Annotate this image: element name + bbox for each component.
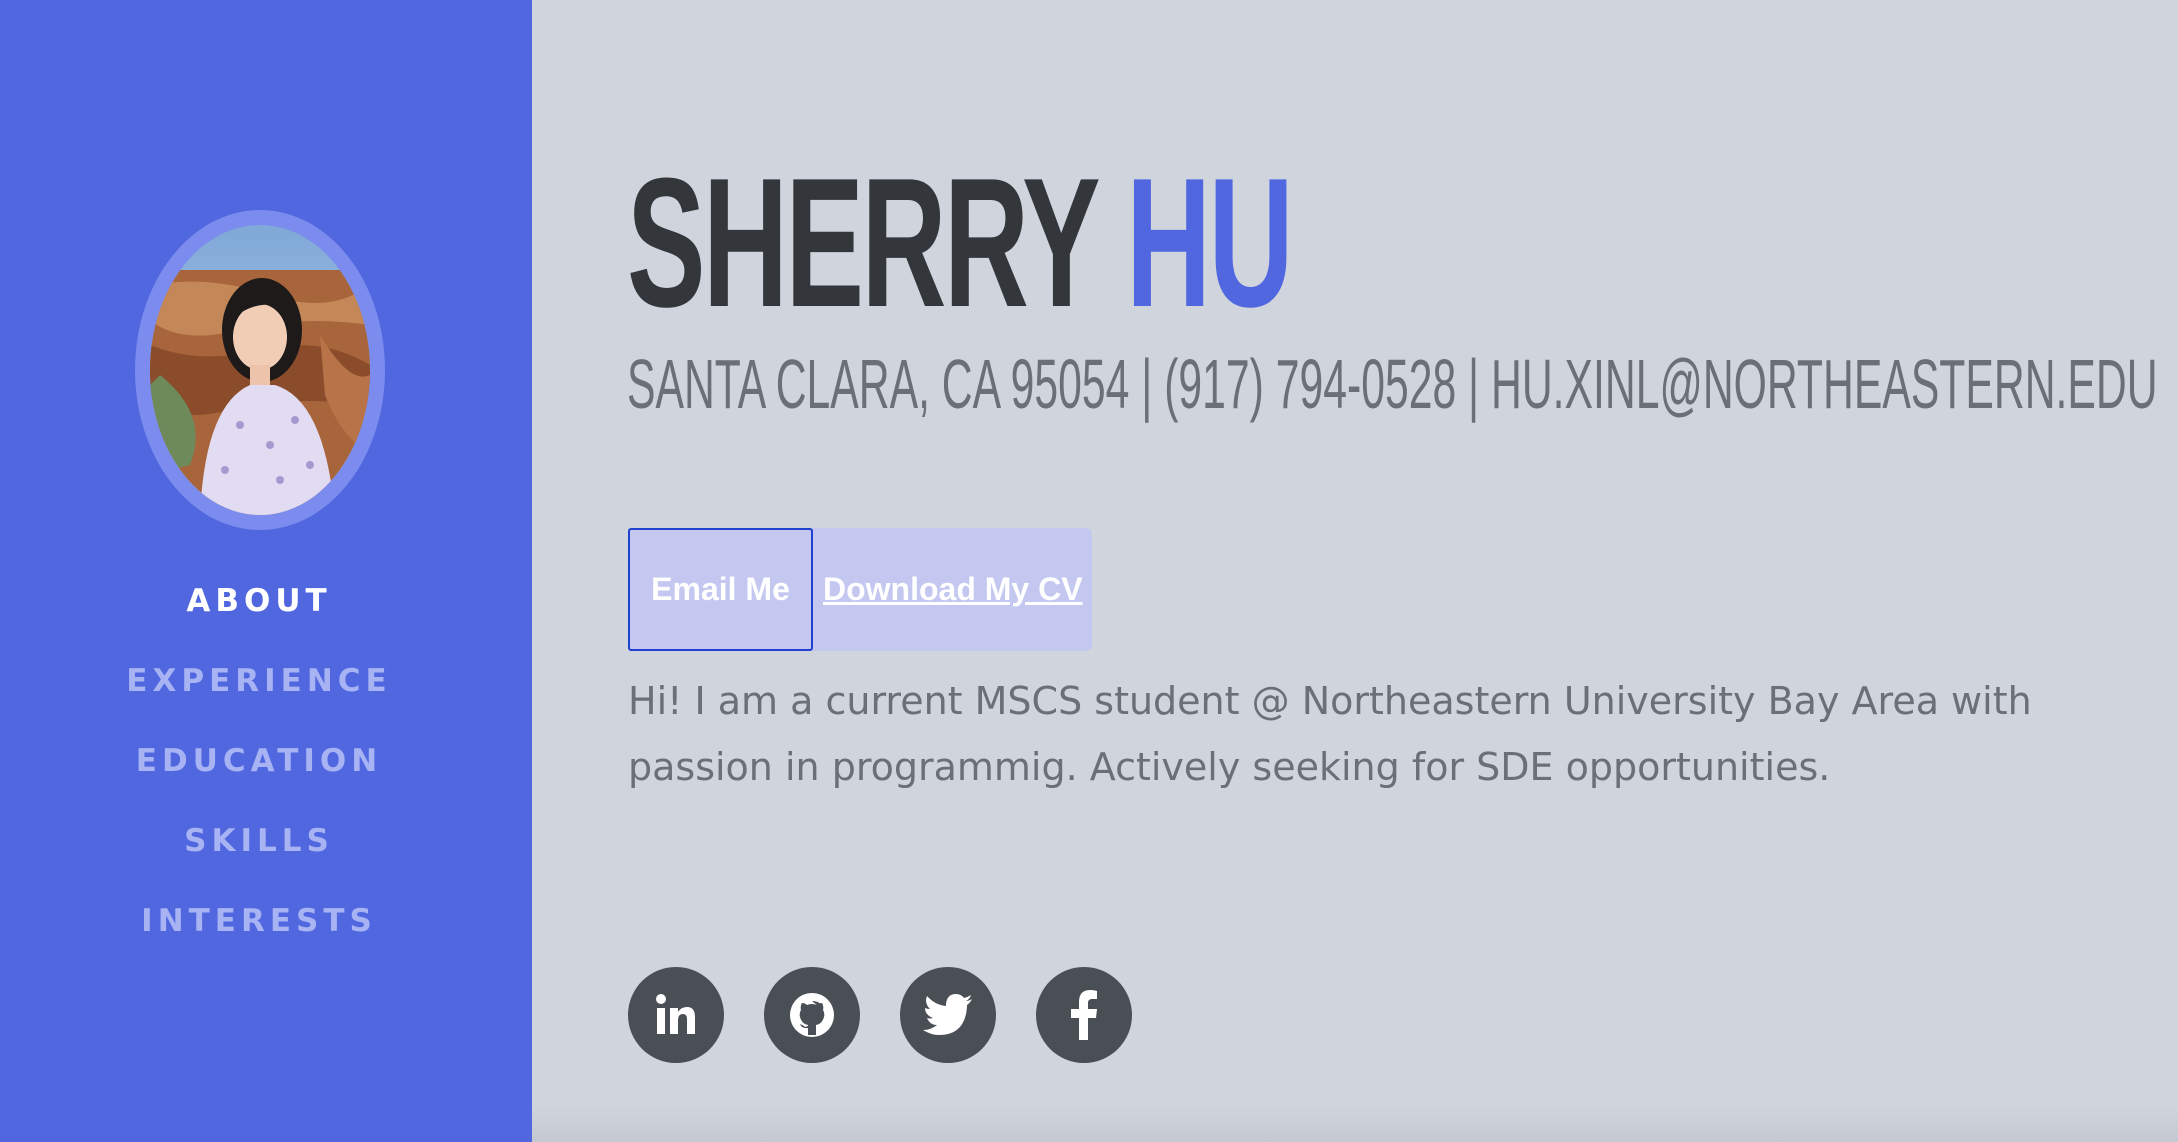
sidebar-nav: ABOUT EXPERIENCE EDUCATION SKILLS INTERE… bbox=[0, 575, 518, 975]
linkedin-icon bbox=[656, 994, 695, 1034]
facebook-button[interactable] bbox=[1036, 967, 1132, 1063]
nav-item-skills[interactable]: SKILLS bbox=[0, 815, 518, 895]
github-button[interactable] bbox=[764, 967, 860, 1063]
nav-item-interests[interactable]: INTERESTS bbox=[0, 895, 518, 975]
avatar bbox=[150, 225, 370, 515]
github-icon bbox=[790, 993, 834, 1037]
nav-item-about[interactable]: ABOUT bbox=[0, 575, 518, 655]
facebook-icon bbox=[1071, 990, 1097, 1040]
intro-text: Hi! I am a current MSCS student @ Northe… bbox=[628, 679, 2032, 789]
about-section: SHERRY HU SANTA CLARA, CA 95054 | (917) … bbox=[532, 0, 2178, 1142]
nav-item-experience[interactable]: EXPERIENCE bbox=[0, 655, 518, 735]
first-name: SHERRY bbox=[627, 139, 1098, 345]
email-me-button[interactable]: Email Me bbox=[628, 528, 813, 651]
action-button-group: Email Me Download My CV bbox=[628, 528, 1092, 651]
download-cv-link[interactable]: Download My CV bbox=[823, 528, 1083, 651]
linkedin-button[interactable] bbox=[628, 967, 724, 1063]
page-title: SHERRY HU bbox=[627, 150, 1294, 334]
contact-info: SANTA CLARA, CA 95054 | (917) 794-0528 |… bbox=[627, 345, 2158, 423]
sidebar: ABOUT EXPERIENCE EDUCATION SKILLS INTERE… bbox=[0, 0, 532, 1142]
avatar-ring bbox=[135, 210, 385, 530]
last-name: HU bbox=[1126, 139, 1294, 345]
nav-item-education[interactable]: EDUCATION bbox=[0, 735, 518, 815]
social-links bbox=[628, 967, 1132, 1063]
twitter-button[interactable] bbox=[900, 967, 996, 1063]
twitter-icon bbox=[923, 994, 972, 1035]
bottom-shade bbox=[532, 1106, 2178, 1142]
